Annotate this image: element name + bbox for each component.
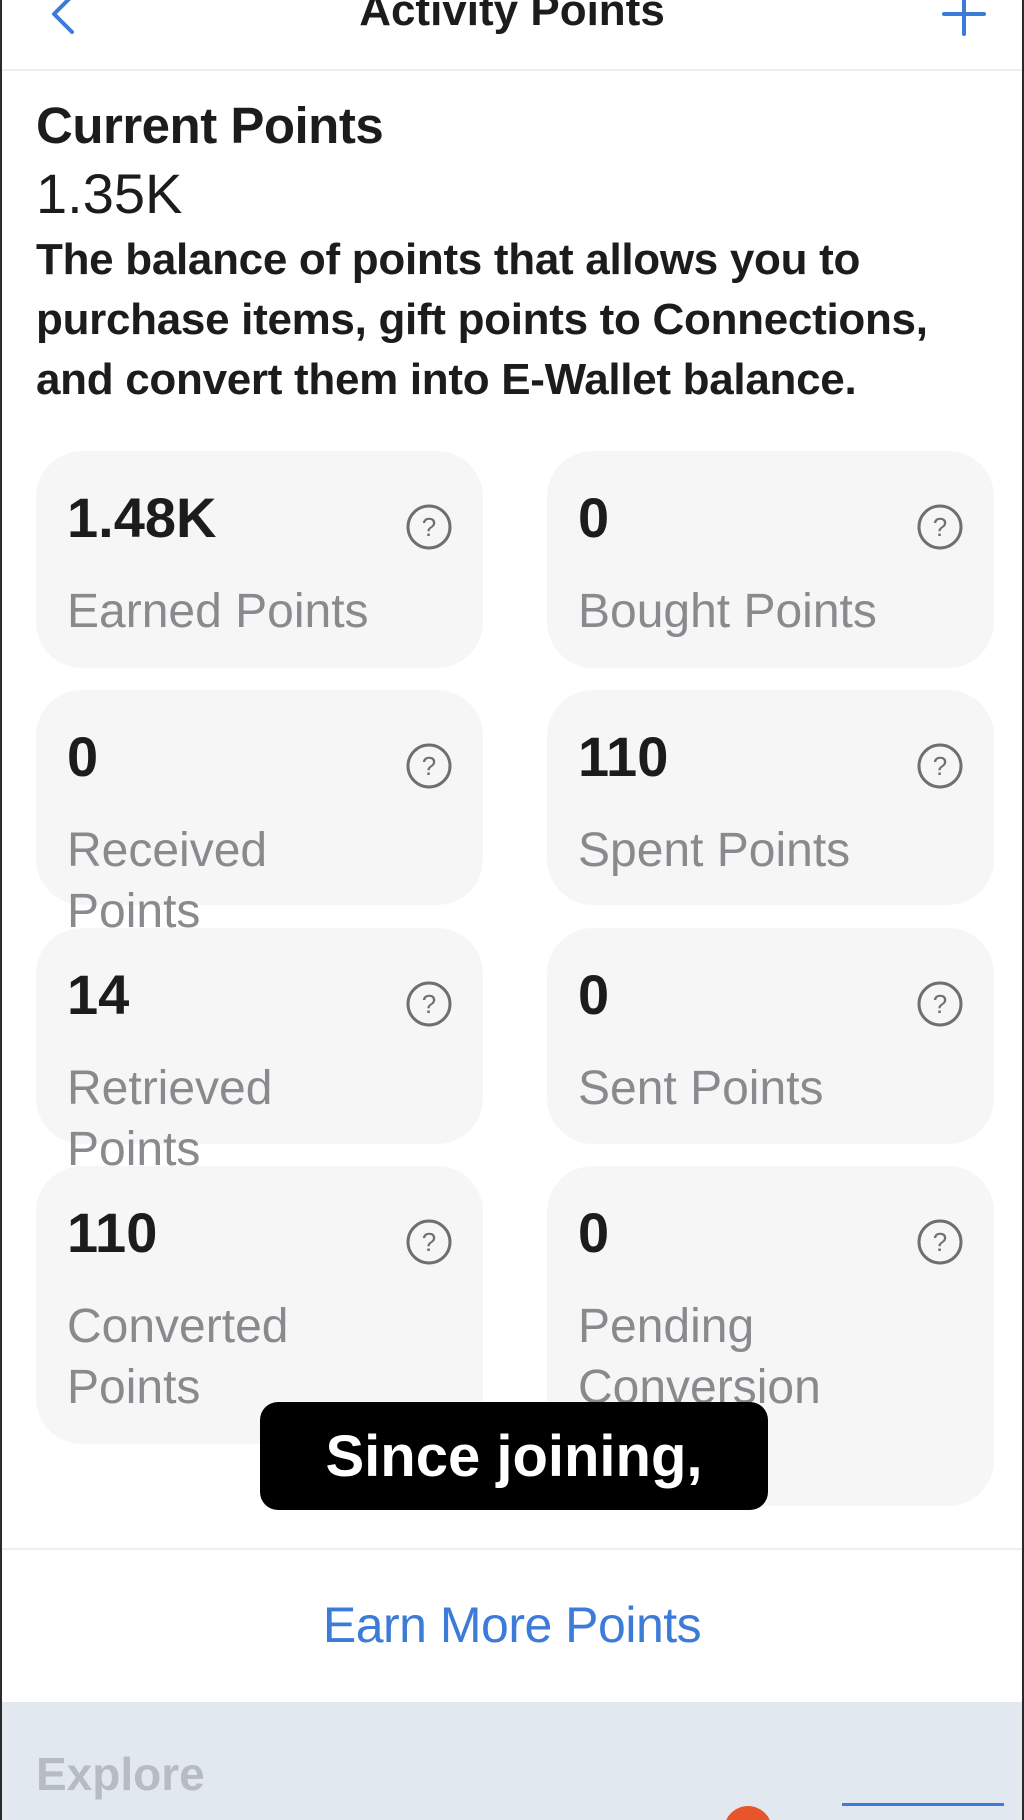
svg-text:?: ? (933, 751, 947, 781)
card-bought-points[interactable]: 0 ? Bought Points (547, 451, 994, 668)
add-button[interactable] (936, 0, 992, 42)
card-value: 110 (67, 1201, 158, 1264)
app-screen: Activity Points Current Points 1.35K The… (0, 0, 1024, 1820)
card-retrieved-points[interactable]: 14 ? Retrieved Points (36, 928, 483, 1176)
card-label: Earned Points (67, 585, 369, 638)
question-icon[interactable]: ? (405, 742, 453, 790)
card-value: 0 (578, 486, 610, 549)
card-value: 0 (578, 1201, 610, 1264)
question-icon[interactable]: ? (916, 980, 964, 1028)
current-points-heading: Current Points (36, 97, 384, 154)
card-received-points[interactable]: 0 ? Received Points (36, 690, 483, 938)
card-label: Retrieved Points (67, 1062, 273, 1176)
current-points-value: 1.35K (36, 162, 183, 225)
question-icon[interactable]: ? (405, 980, 453, 1028)
card-label: Sent Points (578, 1062, 824, 1115)
current-points-description: The balance of points that allows you to… (36, 235, 928, 404)
explore-heading: Explore (36, 1748, 205, 1800)
nav-bar: Activity Points (2, 0, 1022, 71)
svg-text:?: ? (422, 512, 436, 542)
card-value: 110 (578, 725, 669, 788)
card-label: Converted Points (67, 1300, 289, 1414)
question-icon[interactable]: ? (916, 742, 964, 790)
question-icon[interactable]: ? (916, 503, 964, 551)
current-points-section: Current Points 1.35K The balance of poin… (36, 96, 996, 410)
card-label: Pending Conversion (578, 1300, 821, 1414)
svg-text:?: ? (422, 751, 436, 781)
svg-text:?: ? (933, 512, 947, 542)
card-spent-points[interactable]: 110 ? Spent Points (547, 690, 994, 905)
section-divider (2, 1548, 1022, 1550)
question-icon[interactable]: ? (405, 503, 453, 551)
card-earned-points[interactable]: 1.48K ? Earned Points (36, 451, 483, 668)
svg-text:?: ? (422, 989, 436, 1019)
card-value: 0 (67, 725, 99, 788)
question-icon[interactable]: ? (916, 1218, 964, 1266)
svg-text:?: ? (933, 1227, 947, 1257)
card-value: 0 (578, 963, 610, 1026)
card-value: 1.48K (67, 486, 217, 549)
plus-icon (942, 0, 986, 36)
svg-text:?: ? (933, 989, 947, 1019)
tab-indicator (842, 1803, 1004, 1806)
card-label: Spent Points (578, 824, 851, 877)
svg-text:?: ? (422, 1227, 436, 1257)
page-title: Activity Points (359, 0, 665, 35)
card-sent-points[interactable]: 0 ? Sent Points (547, 928, 994, 1144)
card-value: 14 (67, 963, 130, 1026)
card-label: Received Points (67, 824, 268, 938)
card-label: Bought Points (578, 585, 877, 638)
video-caption: Since joining, (260, 1402, 768, 1510)
earn-more-points-link[interactable]: Earn More Points (2, 1596, 1022, 1654)
question-icon[interactable]: ? (405, 1218, 453, 1266)
